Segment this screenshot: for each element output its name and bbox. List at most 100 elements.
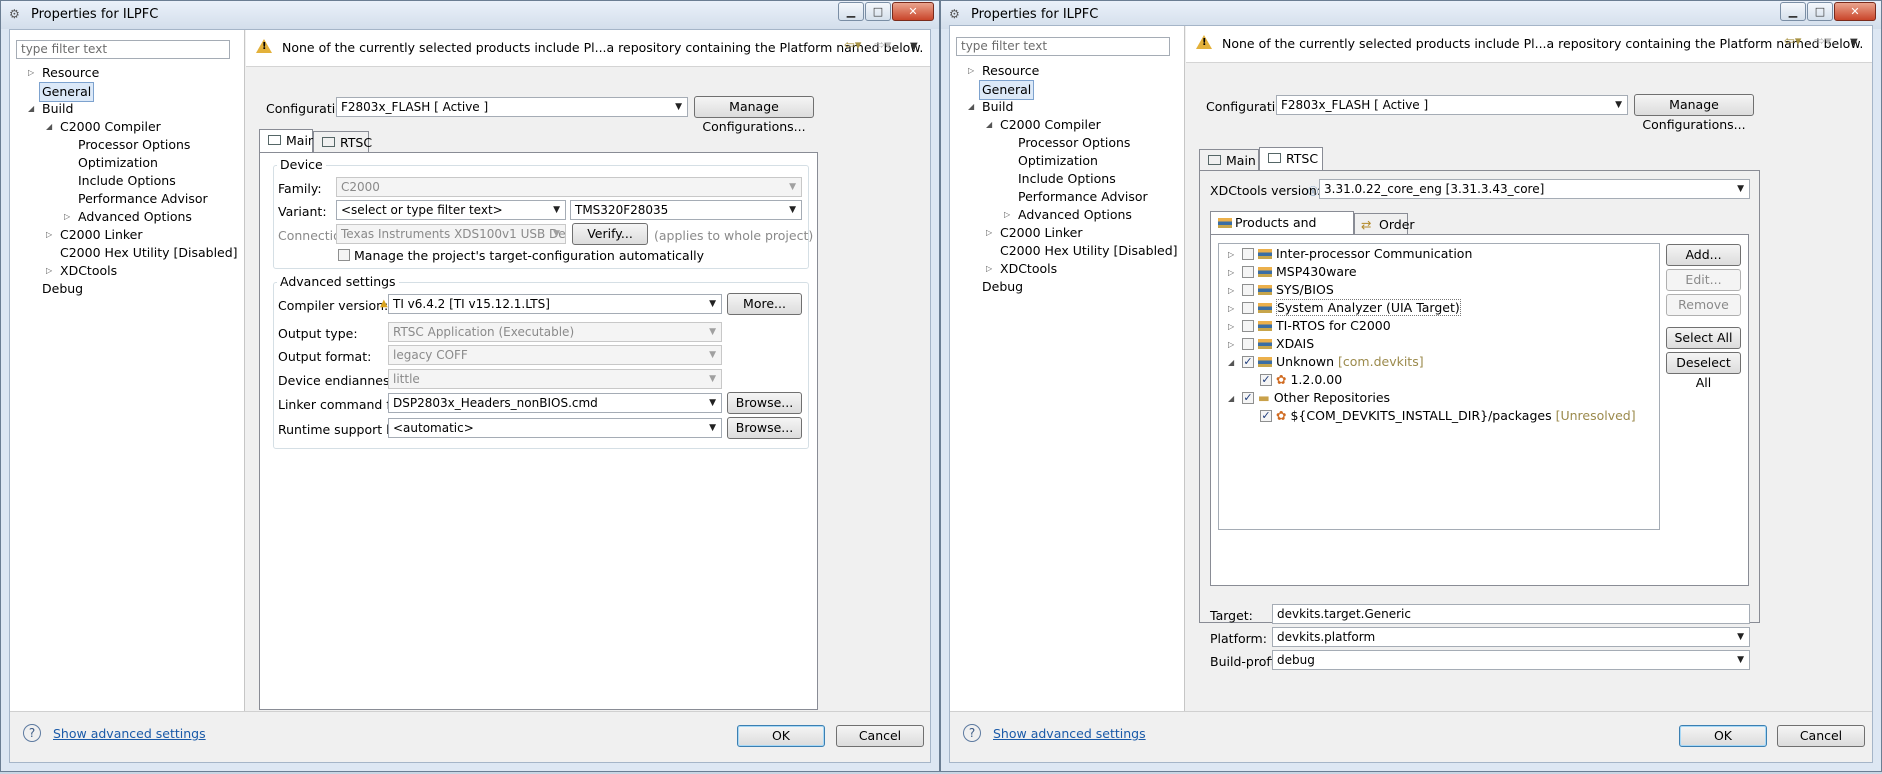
minimize-button[interactable]: ▁ <box>838 2 864 21</box>
expand-arrow-icon[interactable]: ▷ <box>28 68 34 77</box>
help-icon[interactable]: ? <box>963 724 981 742</box>
tab-main[interactable]: Main <box>259 129 316 153</box>
view-menu-icon[interactable]: ▼ <box>1850 37 1858 48</box>
products-tree[interactable]: ▷ Inter-processor Communication ▷ MSP430… <box>1218 243 1660 530</box>
select-all-button[interactable]: Select All <box>1666 327 1741 349</box>
tree-item-performance-advisor[interactable]: Performance Advisor <box>78 190 208 208</box>
tree-item-general[interactable]: General <box>979 80 1035 100</box>
tree-item-c2000-linker[interactable]: C2000 Linker <box>1000 224 1083 242</box>
filter-input[interactable]: type filter text <box>16 40 230 59</box>
back-arrow-icon[interactable]: ⇦▾ <box>844 38 861 53</box>
product-item[interactable]: XDAIS <box>1258 336 1314 352</box>
tree-item-include-options[interactable]: Include Options <box>78 172 176 190</box>
tab-rtsc[interactable]: RTSC <box>313 131 372 153</box>
product-checkbox[interactable]: ✓ <box>1242 356 1254 368</box>
expand-arrow-icon[interactable]: ▷ <box>1228 304 1234 313</box>
variant-select[interactable]: TMS320F28035 ▼ <box>570 200 802 220</box>
tree-item-processor-options[interactable]: Processor Options <box>78 136 190 154</box>
product-item[interactable]: Inter-processor Communication <box>1258 246 1472 262</box>
forward-arrow-icon[interactable]: ⇨▾ <box>874 38 891 53</box>
linker-command-select[interactable]: DSP2803x_Headers_nonBIOS.cmd ▼ <box>388 393 722 413</box>
compiler-version-select[interactable]: TI v6.4.2 [TI v15.12.1.LTS] ▼ <box>388 294 722 314</box>
title-bar[interactable]: ⚙ Properties for ILPFC ▁ □ ✕ <box>1 1 939 29</box>
tree-item-performance-advisor[interactable]: Performance Advisor <box>1018 188 1148 206</box>
product-item[interactable]: Unknown [com.devkits] <box>1258 354 1424 370</box>
product-checkbox[interactable]: ✓ <box>1260 374 1272 386</box>
collapse-arrow-icon[interactable]: ◢ <box>968 102 974 111</box>
tree-item-include-options[interactable]: Include Options <box>1018 170 1116 188</box>
collapse-arrow-icon[interactable]: ◢ <box>986 120 992 129</box>
xdctools-version-select[interactable]: 3.31.0.22_core_eng [3.31.3.43_core] ▼ <box>1319 179 1750 199</box>
expand-arrow-icon[interactable]: ▷ <box>986 264 992 273</box>
collapse-arrow-icon[interactable]: ◢ <box>28 104 34 113</box>
product-version-item[interactable]: ✿ 1.2.0.00 <box>1276 372 1342 388</box>
target-input[interactable]: devkits.target.Generic <box>1272 604 1750 624</box>
product-item[interactable]: TI-RTOS for C2000 <box>1258 318 1391 334</box>
expand-arrow-icon[interactable]: ▷ <box>1228 322 1234 331</box>
configuration-select[interactable]: F2803x_FLASH [ Active ] ▼ <box>1276 95 1628 115</box>
tree-item-optimization[interactable]: Optimization <box>78 154 158 172</box>
collapse-arrow-icon[interactable]: ◢ <box>1228 394 1234 403</box>
tree-item-debug[interactable]: Debug <box>982 278 1023 296</box>
browse-runtime-button[interactable]: Browse... <box>727 417 802 439</box>
expand-arrow-icon[interactable]: ▷ <box>46 230 52 239</box>
help-icon[interactable]: ? <box>23 724 41 742</box>
tree-item-processor-options[interactable]: Processor Options <box>1018 134 1130 152</box>
expand-arrow-icon[interactable]: ▷ <box>64 212 70 221</box>
variant-filter-select[interactable]: <select or type filter text> ▼ <box>336 200 566 220</box>
forward-arrow-icon[interactable]: ⇨▾ <box>1814 34 1831 49</box>
collapse-arrow-icon[interactable]: ◢ <box>1228 358 1234 367</box>
filter-input[interactable]: type filter text <box>956 37 1170 56</box>
build-profile-select[interactable]: debug ▼ <box>1272 650 1750 670</box>
tree-item-advanced-options[interactable]: Advanced Options <box>78 208 192 226</box>
repository-checkbox[interactable]: ✓ <box>1242 392 1254 404</box>
tree-item-hex-utility[interactable]: C2000 Hex Utility [Disabled] <box>1000 242 1178 260</box>
product-item[interactable]: SYS/BIOS <box>1258 282 1334 298</box>
runtime-library-select[interactable]: <automatic> ▼ <box>388 418 722 438</box>
product-checkbox[interactable] <box>1242 284 1254 296</box>
tree-item-xdctools[interactable]: XDCtools <box>1000 260 1057 278</box>
close-button[interactable]: ✕ <box>892 2 934 21</box>
repository-item[interactable]: ▬ Other Repositories <box>1258 390 1390 406</box>
tree-item-c2000-compiler[interactable]: C2000 Compiler <box>60 118 161 136</box>
tree-item-build[interactable]: Build <box>982 98 1013 116</box>
add-button[interactable]: Add... <box>1666 244 1741 266</box>
browse-linker-button[interactable]: Browse... <box>727 392 802 414</box>
product-item[interactable]: MSP430ware <box>1258 264 1357 280</box>
tab-products-repositories[interactable]: Products and Repositories <box>1210 211 1354 251</box>
tab-rtsc[interactable]: RTSC <box>1259 147 1323 171</box>
expand-arrow-icon[interactable]: ▷ <box>968 66 974 75</box>
close-button[interactable]: ✕ <box>1834 2 1876 21</box>
product-checkbox[interactable] <box>1242 248 1254 260</box>
tree-item-build[interactable]: Build <box>42 100 73 118</box>
expand-arrow-icon[interactable]: ▷ <box>1228 340 1234 349</box>
platform-select[interactable]: devkits.platform ▼ <box>1272 627 1750 647</box>
product-checkbox[interactable] <box>1242 338 1254 350</box>
product-checkbox[interactable] <box>1242 320 1254 332</box>
tree-item-resource[interactable]: Resource <box>42 64 99 82</box>
expand-arrow-icon[interactable]: ▷ <box>1228 286 1234 295</box>
tree-item-debug[interactable]: Debug <box>42 280 83 298</box>
expand-arrow-icon[interactable]: ▷ <box>1228 268 1234 277</box>
expand-arrow-icon[interactable]: ▷ <box>986 228 992 237</box>
product-checkbox[interactable] <box>1242 302 1254 314</box>
minimize-button[interactable]: ▁ <box>1780 2 1806 21</box>
expand-arrow-icon[interactable]: ▷ <box>1228 250 1234 259</box>
repository-checkbox[interactable]: ✓ <box>1260 410 1272 422</box>
tree-item-c2000-linker[interactable]: C2000 Linker <box>60 226 143 244</box>
repository-path-item[interactable]: ✿ ${COM_DEVKITS_INSTALL_DIR}/packages [Un… <box>1276 408 1636 424</box>
ok-button[interactable]: OK <box>1679 725 1767 747</box>
configuration-select[interactable]: F2803x_FLASH [ Active ] ▼ <box>336 97 688 117</box>
show-advanced-settings-link[interactable]: Show advanced settings <box>53 726 206 741</box>
cancel-button[interactable]: Cancel <box>1777 725 1865 747</box>
verify-button[interactable]: Verify... <box>572 223 648 245</box>
tab-order[interactable]: ⇄ Order <box>1354 213 1415 235</box>
manage-target-checkbox[interactable] <box>338 249 350 261</box>
expand-arrow-icon[interactable]: ▷ <box>46 266 52 275</box>
tree-item-c2000-compiler[interactable]: C2000 Compiler <box>1000 116 1101 134</box>
maximize-button[interactable]: □ <box>865 2 891 21</box>
tree-item-general[interactable]: General <box>39 82 95 102</box>
cancel-button[interactable]: Cancel <box>836 725 924 747</box>
view-menu-icon[interactable]: ▼ <box>910 41 918 52</box>
tree-item-optimization[interactable]: Optimization <box>1018 152 1098 170</box>
